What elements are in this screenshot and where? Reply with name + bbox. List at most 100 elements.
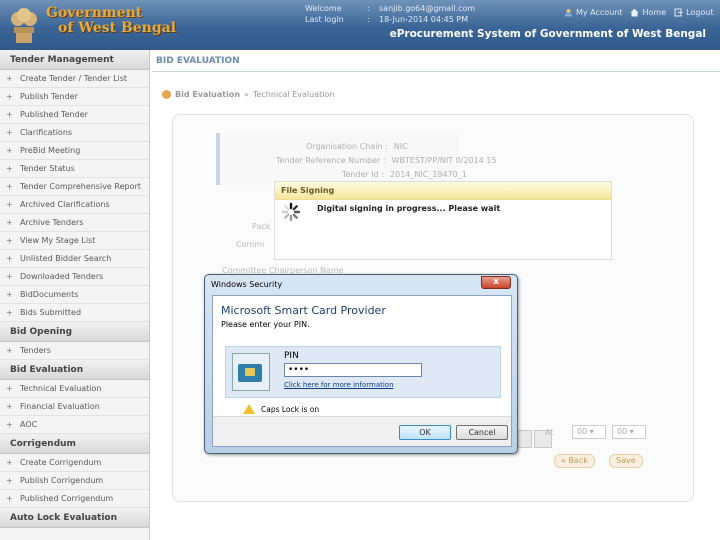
- hour-select[interactable]: 00 ▾: [572, 425, 606, 439]
- sidebar-item-view-my-stage-list[interactable]: + View My Stage List: [0, 232, 149, 250]
- plus-icon: +: [6, 272, 13, 281]
- plus-icon: +: [6, 182, 13, 191]
- sidebar-item-aoc[interactable]: + AOC: [0, 416, 149, 434]
- pin-label: PIN: [284, 351, 299, 361]
- plus-icon: +: [6, 74, 13, 83]
- at-label: At: [545, 428, 554, 437]
- sidebar-section-auto-lock-evaluation[interactable]: Auto Lock Evaluation: [0, 508, 149, 528]
- breadcrumb-bid-evaluation[interactable]: Bid Evaluation: [175, 90, 240, 99]
- sidebar-item-prebid-meeting[interactable]: + PreBid Meeting: [0, 142, 149, 160]
- cancel-button[interactable]: Cancel: [456, 425, 508, 440]
- sidebar-section-tender-management[interactable]: Tender Management: [0, 50, 149, 70]
- provider-heading: Microsoft Smart Card Provider: [221, 304, 386, 317]
- divider: [152, 71, 720, 72]
- portal-title: eProcurement System of Government of Wes…: [389, 28, 706, 40]
- warning-icon: [243, 404, 255, 414]
- page-title: BID EVALUATION: [156, 56, 240, 66]
- sidebar-item-publish-corrigendum[interactable]: + Publish Corrigendum: [0, 472, 149, 490]
- sidebar-item-create-corrigendum[interactable]: + Create Corrigendum: [0, 454, 149, 472]
- sidebar-item-archived-clarifications[interactable]: + Archived Clarifications: [0, 196, 149, 214]
- top-links: My Account Home Logout: [564, 8, 714, 17]
- plus-icon: +: [6, 128, 13, 137]
- back-button[interactable]: « Back: [554, 454, 595, 468]
- last-login-label: Last login: [305, 15, 344, 24]
- bullet-icon: [162, 90, 171, 99]
- sidebar-item-biddocuments[interactable]: + BidDocuments: [0, 286, 149, 304]
- plus-icon: +: [6, 476, 13, 485]
- plus-icon: +: [6, 92, 13, 101]
- tender-ref-row: Tender Reference Number : WBTEST/PP/NIT 0…: [276, 156, 497, 165]
- sidebar-item-clarifications[interactable]: + Clarifications: [0, 124, 149, 142]
- sidebar-item-tender-comprehensive-report[interactable]: + Tender Comprehensive Report: [0, 178, 149, 196]
- plus-icon: +: [6, 254, 13, 263]
- home-icon: [630, 8, 639, 17]
- chevron-down-icon: ▾: [629, 427, 634, 436]
- sidebar-item-create-tender[interactable]: + Create Tender / Tender List: [0, 70, 149, 88]
- tender-id-row: Tender Id :2014_NIC_19470_1: [342, 170, 467, 179]
- packet-label: Pack: [252, 222, 271, 231]
- government-logo-text: Government of West Bengal: [46, 5, 177, 36]
- welcome-block: Welcome : sanjib.go64@gmail.com Last log…: [305, 4, 476, 24]
- minute-select[interactable]: 00 ▾: [612, 425, 646, 439]
- plus-icon: +: [6, 346, 13, 355]
- file-signing-title: File Signing: [275, 182, 611, 200]
- plus-icon: +: [6, 290, 13, 299]
- plus-icon: +: [6, 308, 13, 317]
- caps-lock-warning: Caps Lock is on: [243, 404, 319, 414]
- sidebar: Tender Management + Create Tender / Tende…: [0, 50, 150, 540]
- sidebar-item-financial-evaluation[interactable]: + Financial Evaluation: [0, 398, 149, 416]
- dialog-body: Microsoft Smart Card Provider Please ent…: [212, 295, 512, 447]
- sidebar-item-unlisted-bidder-search[interactable]: + Unlisted Bidder Search: [0, 250, 149, 268]
- sidebar-item-published-corrigendum[interactable]: + Published Corrigendum: [0, 490, 149, 508]
- sidebar-section-corrigendum[interactable]: Corrigendum: [0, 434, 149, 454]
- sidebar-item-archive-tenders[interactable]: + Archive Tenders: [0, 214, 149, 232]
- my-account-link[interactable]: My Account: [564, 8, 622, 17]
- dialog-title: Windows Security: [211, 280, 283, 289]
- loading-spinner-icon: [281, 202, 301, 222]
- emblem-icon: [11, 8, 37, 43]
- close-icon: x: [493, 277, 499, 287]
- sidebar-item-published-tender[interactable]: + Published Tender: [0, 106, 149, 124]
- plus-icon: +: [6, 218, 13, 227]
- plus-icon: +: [6, 420, 13, 429]
- save-button[interactable]: Save: [609, 454, 643, 468]
- plus-icon: +: [6, 402, 13, 411]
- smart-card-icon: [232, 353, 270, 391]
- breadcrumb-technical-evaluation: Technical Evaluation: [252, 90, 335, 99]
- sidebar-item-tender-status[interactable]: + Tender Status: [0, 160, 149, 178]
- welcome-label: Welcome: [305, 4, 342, 13]
- logout-icon: [674, 8, 683, 17]
- close-button[interactable]: x: [481, 276, 511, 289]
- sidebar-item-publish-tender[interactable]: + Publish Tender: [0, 88, 149, 106]
- sidebar-section-bid-evaluation[interactable]: Bid Evaluation: [0, 360, 149, 380]
- plus-icon: +: [6, 200, 13, 209]
- sidebar-section-bid-opening[interactable]: Bid Opening: [0, 322, 149, 342]
- sidebar-item-technical-evaluation[interactable]: + Technical Evaluation: [0, 380, 149, 398]
- pin-prompt: Please enter your PIN.: [221, 320, 310, 329]
- sidebar-item-tenders[interactable]: + Tenders: [0, 342, 149, 360]
- last-login-value: 18-Jun-2014 04:45 PM: [379, 15, 469, 24]
- chevron-down-icon: ▾: [589, 427, 594, 436]
- home-link[interactable]: Home: [630, 8, 666, 17]
- plus-icon: +: [6, 146, 13, 155]
- committee-label: Commi: [236, 240, 265, 249]
- plus-icon: +: [6, 236, 13, 245]
- pin-credential-tile: PIN •••• Click here for more information: [225, 346, 501, 398]
- plus-icon: +: [6, 110, 13, 119]
- plus-icon: +: [6, 494, 13, 503]
- pin-field[interactable]: ••••: [284, 363, 422, 377]
- plus-icon: +: [6, 384, 13, 393]
- user-icon: [565, 9, 572, 17]
- breadcrumb: Bid Evaluation » Technical Evaluation: [162, 90, 334, 99]
- sidebar-item-downloaded-tenders[interactable]: + Downloaded Tenders: [0, 268, 149, 286]
- more-info-link[interactable]: Click here for more information: [284, 381, 394, 389]
- welcome-email: sanjib.go64@gmail.com: [379, 4, 476, 13]
- plus-icon: +: [6, 458, 13, 467]
- windows-security-dialog: Windows Security x Microsoft Smart Card …: [204, 274, 518, 454]
- ok-button[interactable]: OK: [399, 425, 451, 440]
- sidebar-item-bids-submitted[interactable]: + Bids Submitted: [0, 304, 149, 322]
- org-chain-row: Organisation Chain : NIC: [306, 142, 408, 151]
- file-signing-dialog: File Signing Digital signing in progress…: [274, 181, 612, 260]
- logout-link[interactable]: Logout: [674, 8, 714, 17]
- plus-icon: +: [6, 164, 13, 173]
